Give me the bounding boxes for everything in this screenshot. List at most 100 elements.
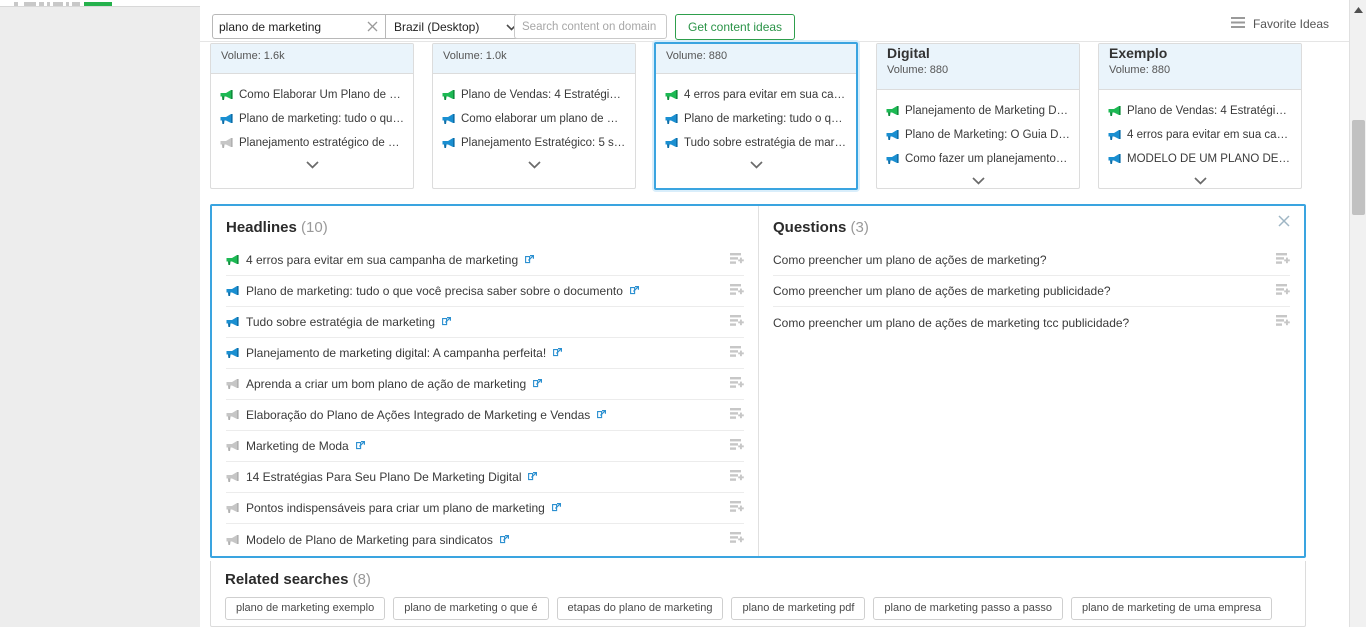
headline-row[interactable]: Aprenda a criar um bom plano de ação de … <box>226 369 744 400</box>
card-item-label: Plano de marketing: tudo o que ... <box>239 113 404 125</box>
card-item[interactable]: Plano de marketing: tudo o que ... <box>220 107 404 131</box>
add-to-list-icon[interactable] <box>730 532 744 547</box>
card-item[interactable]: Plano de Marketing: O Guia Defi... <box>886 123 1070 147</box>
external-link-icon[interactable] <box>553 346 563 360</box>
question-label: Como preencher um plano de ações de mark… <box>773 284 1111 298</box>
headline-row[interactable]: Marketing de Moda <box>226 431 744 462</box>
external-link-icon[interactable] <box>442 315 451 329</box>
add-to-list-icon[interactable] <box>730 407 744 423</box>
card-item[interactable]: Como elaborar um plano de mar... <box>442 107 626 131</box>
placeholder-bar <box>47 2 50 6</box>
chevron-down-icon[interactable] <box>305 158 319 172</box>
card-item[interactable]: Como fazer um planejamento de... <box>886 147 1070 171</box>
idea-card[interactable]: Volume: 1.6k Como Elaborar Um Plano de Ma… <box>210 43 414 189</box>
clear-keyword-button[interactable] <box>360 14 385 39</box>
external-link-icon[interactable] <box>533 377 543 391</box>
get-content-ideas-button[interactable]: Get content ideas <box>675 14 796 40</box>
idea-card[interactable]: Exemplo Volume: 880 Plano de Vendas: 4 Est… <box>1098 43 1302 189</box>
chevron-down-icon[interactable] <box>971 174 985 188</box>
card-item[interactable]: Planejamento estratégico de ma... <box>220 131 404 155</box>
card-item-label: Tudo sobre estratégia de market... <box>684 137 847 149</box>
megaphone-icon-green <box>220 89 233 101</box>
add-to-list-icon[interactable] <box>730 314 744 330</box>
idea-card[interactable]: Volume: 880 4 erros para evitar em sua ca… <box>654 42 858 190</box>
headline-row[interactable]: Pontos indispensáveis para criar um plan… <box>226 493 744 524</box>
question-row[interactable]: Como preencher um plano de ações de mark… <box>773 276 1290 307</box>
card-item[interactable]: Planejamento Estratégico: 5 sim... <box>442 131 626 155</box>
expand-card-button[interactable] <box>886 174 1070 188</box>
card-item[interactable]: 4 erros para evitar em sua camp... <box>1108 123 1292 147</box>
left-gutter <box>0 7 200 627</box>
related-search-tag[interactable]: plano de marketing passo a passo <box>873 597 1063 620</box>
close-panel-button[interactable] <box>1277 214 1293 230</box>
expand-card-button[interactable] <box>665 158 847 172</box>
headline-label: Planejamento de marketing digital: A cam… <box>246 346 547 360</box>
external-link-icon[interactable] <box>499 533 509 547</box>
external-link-icon[interactable] <box>528 470 538 484</box>
card-item[interactable]: Planejamento de Marketing Digi... <box>886 99 1070 123</box>
scroll-up-arrow-icon[interactable] <box>1350 3 1366 17</box>
question-row[interactable]: Como preencher um plano de ações de mark… <box>773 307 1290 338</box>
scrollbar-thumb[interactable] <box>1352 120 1365 215</box>
domain-search-input[interactable]: Search content on domain <box>514 14 667 39</box>
external-link-icon[interactable] <box>525 253 535 267</box>
card-item-label: Plano de Vendas: 4 Estratégias d... <box>1127 105 1292 117</box>
card-item[interactable]: Plano de marketing: tudo o que ... <box>665 107 847 131</box>
card-item[interactable]: Plano de Vendas: 4 Estratégias d... <box>1108 99 1292 123</box>
keyword-input[interactable]: plano de marketing <box>212 14 360 39</box>
add-to-list-icon[interactable] <box>730 438 744 454</box>
headline-row[interactable]: Tudo sobre estratégia de marketing <box>226 307 744 338</box>
browser-scrollbar[interactable] <box>1349 0 1366 627</box>
question-row[interactable]: Como preencher um plano de ações de mark… <box>773 245 1290 276</box>
headline-row[interactable]: Plano de marketing: tudo o que você prec… <box>226 276 744 307</box>
chevron-down-icon[interactable] <box>749 158 763 172</box>
placeholder-bar <box>66 2 69 6</box>
add-to-list-icon[interactable] <box>1276 252 1290 268</box>
external-link-icon[interactable] <box>551 501 561 515</box>
headline-label: Modelo de Plano de Marketing para sindic… <box>246 532 493 547</box>
external-link-icon[interactable] <box>597 408 607 422</box>
idea-card[interactable]: Volume: 1.0k Plano de Vendas: 4 Estratégi… <box>432 43 636 189</box>
related-search-tag[interactable]: plano de marketing de uma empresa <box>1070 597 1273 620</box>
expand-card-button[interactable] <box>220 158 404 172</box>
card-volume: Volume: 1.0k <box>443 50 507 62</box>
external-link-icon[interactable] <box>355 439 365 453</box>
card-volume: Volume: 880 <box>887 64 949 76</box>
headline-row[interactable]: 14 Estratégias Para Seu Plano De Marketi… <box>226 462 744 493</box>
megaphone-icon-grey <box>226 378 239 390</box>
add-to-list-icon[interactable] <box>730 376 744 392</box>
external-link-icon[interactable] <box>629 284 639 298</box>
related-search-tag[interactable]: etapas do plano de marketing <box>556 597 724 620</box>
expand-card-button[interactable] <box>442 158 626 172</box>
card-item[interactable]: 4 erros para evitar em sua camp... <box>665 83 847 107</box>
add-to-list-icon[interactable] <box>730 500 744 516</box>
megaphone-icon-blue <box>665 113 678 125</box>
truncated-green-button[interactable] <box>84 2 112 6</box>
headline-row[interactable]: 4 erros para evitar em sua campanha de m… <box>226 245 744 276</box>
related-search-tag[interactable]: plano de marketing o que é <box>393 597 549 620</box>
headline-row[interactable]: Planejamento de marketing digital: A cam… <box>226 338 744 369</box>
card-item[interactable]: Como Elaborar Um Plano de Mar... <box>220 83 404 107</box>
headline-row[interactable]: Elaboração do Plano de Ações Integrado d… <box>226 400 744 431</box>
add-to-list-icon[interactable] <box>730 345 744 361</box>
headline-row[interactable]: Modelo de Plano de Marketing para sindic… <box>226 524 744 555</box>
details-panel: Headlines (10) 4 erros para evitar em su… <box>210 204 1306 558</box>
favorite-ideas-button[interactable]: Favorite Ideas <box>1230 17 1329 31</box>
add-to-list-icon[interactable] <box>1276 315 1290 330</box>
database-select[interactable]: Brazil (Desktop) <box>385 14 526 39</box>
card-item[interactable]: MODELO DE UM PLANO DE MA... <box>1108 147 1292 171</box>
add-to-list-icon[interactable] <box>730 283 744 299</box>
chevron-down-icon[interactable] <box>1193 174 1207 188</box>
card-volume: Volume: 1.6k <box>221 50 285 62</box>
add-to-list-icon[interactable] <box>730 469 744 485</box>
related-search-tag[interactable]: plano de marketing exemplo <box>225 597 386 620</box>
card-item[interactable]: Plano de Vendas: 4 Estratégias d... <box>442 83 626 107</box>
add-to-list-icon[interactable] <box>730 252 744 268</box>
expand-card-button[interactable] <box>1108 174 1292 188</box>
add-to-list-icon[interactable] <box>1276 283 1290 299</box>
chevron-down-icon[interactable] <box>527 158 541 172</box>
card-item[interactable]: Tudo sobre estratégia de market... <box>665 131 847 155</box>
related-search-tag[interactable]: plano de marketing pdf <box>731 597 866 620</box>
idea-card[interactable]: Digital Volume: 880 Planejamento de Market… <box>876 43 1080 189</box>
headlines-title-text: Headlines <box>226 219 297 236</box>
